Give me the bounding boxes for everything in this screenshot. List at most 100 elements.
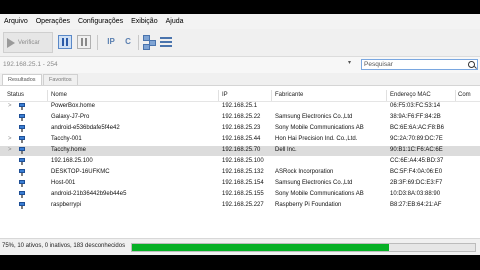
table-row[interactable]: > PowerBox.home 192.168.25.1 06:F5:03:FC:53… xyxy=(0,102,480,112)
chevron-down-icon[interactable]: ▾ xyxy=(348,59,351,66)
toolbar: Verificar IP C xyxy=(0,29,480,57)
pause-button[interactable] xyxy=(58,35,72,49)
menu-operacoes[interactable]: Operações xyxy=(32,18,74,25)
cell-name: Host-001 xyxy=(51,180,76,186)
cell-maker: Hon Hai Precision Ind. Co.,Ltd. xyxy=(275,136,358,142)
c-button[interactable]: C xyxy=(121,35,135,49)
status-text: 75%, 10 ativos, 0 inativos, 183 desconhe… xyxy=(2,243,126,249)
menu-ajuda[interactable]: Ajuda xyxy=(162,18,188,25)
device-icon xyxy=(19,136,25,143)
cell-maker: Sony Mobile Communications AB xyxy=(275,191,364,197)
cell-mac: CC:6E:A4:45:BD:37 xyxy=(390,158,444,164)
table-row[interactable]: 192.168.25.100 192.168.25.100 CC:6E:A4:45:… xyxy=(0,157,480,167)
cell-ip: 192.168.25.132 xyxy=(222,169,264,175)
expand-chevron-icon[interactable]: > xyxy=(8,103,12,109)
device-icon xyxy=(19,202,25,209)
tab-bar: Resultados Favoritos xyxy=(0,73,480,86)
cell-name: DESKTOP-16UFKMC xyxy=(51,169,110,175)
cell-maker: Sony Mobile Communications AB xyxy=(275,125,364,131)
cell-name: android-21b36442b9eb44e5 xyxy=(51,191,127,197)
column-status[interactable]: Status xyxy=(7,92,24,98)
cell-mac: B8:27:EB:64:21:AF xyxy=(390,202,442,208)
scan-button[interactable]: Verificar xyxy=(3,32,53,53)
list-view-icon-button[interactable] xyxy=(160,35,174,49)
cell-ip: 192.168.25.23 xyxy=(222,125,261,131)
device-icon xyxy=(19,169,25,176)
expand-chevron-icon[interactable]: > xyxy=(8,147,12,153)
column-comments[interactable]: Com xyxy=(458,92,471,98)
device-icon xyxy=(19,147,25,154)
network-icon-button[interactable] xyxy=(143,35,157,50)
device-icon xyxy=(19,191,25,198)
progress-fill xyxy=(132,244,390,251)
cell-ip: 192.168.25.155 xyxy=(222,191,264,197)
letterbox-bottom xyxy=(0,255,480,270)
cell-name: Tacchy-001 xyxy=(51,136,82,142)
cell-mac: 2B:3F:69:DC:E3:F7 xyxy=(390,180,443,186)
table-row[interactable]: > Tacchy.home 192.168.25.70 Dell Inc. 90:B1:… xyxy=(0,146,480,156)
column-ip[interactable]: IP xyxy=(222,92,228,98)
cell-name: Tacchy.home xyxy=(51,147,86,153)
results-table: Status Nome IP Fabricante Endereço MAC C… xyxy=(0,90,480,238)
column-name[interactable]: Nome xyxy=(51,92,67,98)
table-row[interactable]: DESKTOP-16UFKMC 192.168.25.132 ASRock Inco… xyxy=(0,168,480,178)
menu-exibicao[interactable]: Exibição xyxy=(127,18,161,25)
device-icon xyxy=(19,125,25,132)
scan-progress-bar xyxy=(131,243,476,252)
cell-maker: Dell Inc. xyxy=(275,147,297,153)
menu-arquivo[interactable]: Arquivo xyxy=(0,18,32,25)
menu-bar: Arquivo Operações Configurações Exibição… xyxy=(0,14,480,29)
cell-mac: 06:F5:03:FC:53:14 xyxy=(390,103,441,109)
expand-chevron-icon[interactable]: > xyxy=(8,136,12,142)
table-row[interactable]: Host-001 192.168.25.154 Samsung Electronic… xyxy=(0,179,480,189)
cell-maker: Raspberry Pi Foundation xyxy=(275,202,342,208)
cell-ip: 192.168.25.227 xyxy=(222,202,264,208)
cell-mac: 90:B1:1C:F6:AC:6E xyxy=(390,147,443,153)
search-icon[interactable] xyxy=(468,61,475,68)
table-header: Status Nome IP Fabricante Endereço MAC C… xyxy=(0,90,480,102)
tab-resultados[interactable]: Resultados xyxy=(2,74,42,85)
device-icon xyxy=(19,103,25,110)
cell-mac: 10:D3:8A:03:88:90 xyxy=(390,191,441,197)
column-mac[interactable]: Endereço MAC xyxy=(390,92,431,98)
cell-mac: BC:6E:6A:AC:F8:B6 xyxy=(390,125,445,131)
status-bar: 75%, 10 ativos, 0 inativos, 183 desconhe… xyxy=(0,238,480,256)
ip-range-input[interactable]: 192.168.25.1 - 254 xyxy=(3,59,353,71)
toolbar-divider xyxy=(138,35,139,50)
play-icon xyxy=(7,37,15,48)
cell-name: Galaxy-J7-Pro xyxy=(51,114,90,120)
cell-name: 192.168.25.100 xyxy=(51,158,93,164)
table-row[interactable]: raspberrypi 192.168.25.227 Raspberry Pi Fo… xyxy=(0,201,480,211)
address-bar: 192.168.25.1 - 254 ▾ Pesquisar xyxy=(0,57,480,73)
cell-name: raspberrypi xyxy=(51,202,82,208)
letterbox-top xyxy=(0,0,480,14)
cell-name: PowerBox.home xyxy=(51,103,96,109)
toolbar-divider xyxy=(97,35,98,50)
cell-ip: 192.168.25.100 xyxy=(222,158,264,164)
scan-label: Verificar xyxy=(18,39,40,46)
device-icon xyxy=(19,180,25,187)
tab-favoritos[interactable]: Favoritos xyxy=(43,74,78,85)
table-row[interactable]: android-e536bdafe5f4e42 192.168.25.23 Sony… xyxy=(0,124,480,134)
cell-maker: ASRock Incorporation xyxy=(275,169,334,175)
column-maker[interactable]: Fabricante xyxy=(275,92,303,98)
cell-mac: BC:5F:F4:0A:06:E0 xyxy=(390,169,443,175)
app-window: Arquivo Operações Configurações Exibição… xyxy=(0,0,480,270)
ip-button[interactable]: IP xyxy=(104,35,118,49)
cell-mac: 38:9A:F6:FF:84:2B xyxy=(390,114,441,120)
table-row[interactable]: > Tacchy-001 192.168.25.44 Hon Hai Precisio… xyxy=(0,135,480,145)
cell-ip: 192.168.25.22 xyxy=(222,114,261,120)
cell-ip: 192.168.25.70 xyxy=(222,147,261,153)
stop-button[interactable] xyxy=(77,35,91,49)
cell-ip: 192.168.25.1 xyxy=(222,103,258,109)
cell-maker: Samsung Electronics Co.,Ltd xyxy=(275,114,353,120)
cell-ip: 192.168.25.44 xyxy=(222,136,261,142)
device-icon xyxy=(19,158,25,165)
search-placeholder: Pesquisar xyxy=(364,61,393,68)
table-row[interactable]: Galaxy-J7-Pro 192.168.25.22 Samsung Electr… xyxy=(0,113,480,123)
table-row[interactable]: android-21b36442b9eb44e5 192.168.25.155 So… xyxy=(0,190,480,200)
device-icon xyxy=(19,114,25,121)
menu-configuracoes[interactable]: Configurações xyxy=(74,18,127,25)
cell-ip: 192.168.25.154 xyxy=(222,180,264,186)
search-input[interactable]: Pesquisar xyxy=(361,59,478,70)
